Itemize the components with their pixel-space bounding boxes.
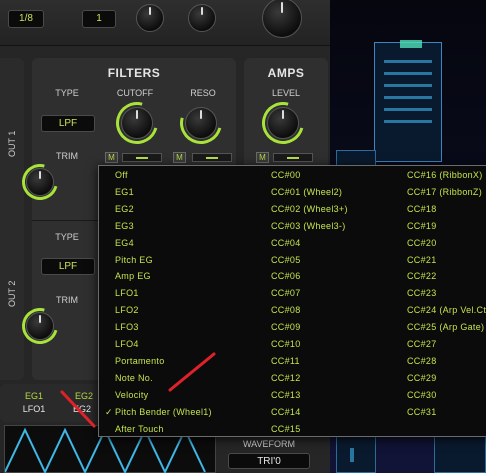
menu-item-cc[interactable]: CC#15 [271,421,301,438]
menu-item-cc-high[interactable]: CC#22 [407,268,437,285]
menu-item-cc[interactable]: CC#06 [271,268,301,285]
cutoff-label: CUTOFF [116,88,154,98]
filters-title: FILTERS [107,66,161,80]
mod-slider-level[interactable] [273,153,313,162]
menu-item-source[interactable]: LFO4 [115,336,139,353]
menu-item-source[interactable]: EG1 [115,184,134,201]
menu-item-cc-high[interactable]: CC#21 [407,252,437,269]
type-label-1: TYPE [55,88,79,98]
out2-label: OUT 2 [7,280,17,307]
menu-item-source[interactable]: EG4 [115,235,134,252]
reso-label: RESO [190,88,216,98]
menu-item-cc[interactable]: CC#00 [271,167,301,184]
menu-item-cc[interactable]: CC#08 [271,302,301,319]
menu-item-cc-high[interactable]: CC#16 (RibbonX) [407,167,483,184]
trim-knob-1[interactable] [26,168,54,196]
tower-stripe [384,108,432,111]
mod-slider-cutoff[interactable] [122,153,162,162]
mod-button-level[interactable]: M [256,152,269,163]
menu-item-source[interactable]: Pitch EG [115,252,153,269]
menu-item-cc[interactable]: CC#03 (Wheel3-) [271,218,346,235]
menu-item-source[interactable]: Off [115,167,128,184]
menu-item-cc-high[interactable]: CC#25 (Arp Gate) [407,319,484,336]
type-label-2: TYPE [55,232,79,242]
level-label: LEVEL [271,88,301,98]
lfo-source-value-2[interactable]: EG2 [64,404,100,414]
lfo-tabs-panel [0,384,106,422]
menu-item-source[interactable]: EG2 [115,201,134,218]
lfo-tab-eg1[interactable]: EG1 [16,391,52,401]
menu-item-cc[interactable]: CC#12 [271,370,301,387]
tower-stripe [384,120,432,123]
level-knob[interactable] [267,107,299,139]
menu-item-cc-high[interactable]: CC#23 [407,285,437,302]
mod-button-reso[interactable]: M [173,152,186,163]
lfo-tab-eg2[interactable]: EG2 [66,391,102,401]
out1-label: OUT 1 [7,130,17,157]
menu-item-cc[interactable]: CC#01 (Wheel2) [271,184,342,201]
top-toolbar: 1/8 1 [0,0,330,46]
top-knob-1[interactable] [136,4,164,32]
menu-item-source[interactable]: Amp EG [115,268,151,285]
menu-item-source[interactable]: Pitch Bender (Wheel1) [115,404,212,421]
reso-knob[interactable] [185,107,217,139]
tower-stripe [384,96,432,99]
tower-stripe [384,72,432,75]
menu-item-cc-high[interactable]: CC#30 [407,387,437,404]
menu-item-cc[interactable]: CC#09 [271,319,301,336]
menu-item-source[interactable]: Note No. [115,370,153,387]
menu-item-cc[interactable]: CC#11 [271,353,300,370]
menu-item-cc-high[interactable]: CC#17 (RibbonZ) [407,184,482,201]
top-knob-3[interactable] [262,0,302,38]
cutoff-knob[interactable] [121,107,153,139]
menu-item-cc-high[interactable]: CC#31 [407,404,437,421]
menu-item-cc[interactable]: CC#02 (Wheel3+) [271,201,348,218]
menu-item-cc-high[interactable]: CC#18 [407,201,437,218]
out-column [0,58,24,380]
checkmark-icon: ✓ [105,406,113,417]
mod-slider-reso[interactable] [192,153,232,162]
menu-item-cc[interactable]: CC#10 [271,336,301,353]
menu-item-cc-high[interactable]: CC#19 [407,218,437,235]
menu-item-source[interactable]: LFO3 [115,319,139,336]
waveform-select[interactable]: TRI'0 [228,453,310,469]
step-display[interactable]: 1 [82,10,116,28]
menu-item-cc-high[interactable]: CC#24 (Arp Vel.Ctrl) [407,302,486,319]
tower-stripe [384,60,432,63]
trim-label-2: TRIM [56,295,78,305]
menu-item-cc[interactable]: CC#13 [271,387,301,404]
mod-button-cutoff[interactable]: M [105,152,118,163]
tower-stripe [384,84,432,87]
menu-item-source[interactable]: Portamento [115,353,165,370]
menu-item-cc[interactable]: CC#05 [271,252,301,269]
menu-item-cc[interactable]: CC#14 [271,404,301,421]
trim-label-1: TRIM [56,151,78,161]
lfo-source-value-1[interactable]: LFO1 [14,404,54,414]
division-display[interactable]: 1/8 [8,10,44,28]
filter-type-select-1[interactable]: LPF [41,115,95,132]
menu-item-cc-high[interactable]: CC#29 [407,370,437,387]
lamp [350,448,354,462]
menu-item-source[interactable]: Velocity [115,387,148,404]
menu-item-cc-high[interactable]: CC#28 [407,353,437,370]
filter-type-select-2[interactable]: LPF [41,258,95,275]
menu-item-source[interactable]: LFO1 [115,285,139,302]
tower-top [400,40,422,48]
trim-knob-2[interactable] [26,312,54,340]
menu-item-source[interactable]: EG3 [115,218,134,235]
amps-title: AMPS [267,66,305,80]
menu-item-source[interactable]: After Touch [115,421,164,438]
waveform-label: WAVEFORM [243,439,295,449]
menu-item-source[interactable]: LFO2 [115,302,139,319]
menu-item-cc[interactable]: CC#07 [271,285,301,302]
modulation-source-menu[interactable]: Off EG1 EG2 EG3 EG4 Pitch EG Amp EG LFO1 LFO2 LFO… [98,165,486,437]
menu-item-cc[interactable]: CC#04 [271,235,301,252]
menu-item-cc-high[interactable]: CC#27 [407,336,437,353]
top-knob-2[interactable] [188,4,216,32]
menu-item-cc-high[interactable]: CC#20 [407,235,437,252]
